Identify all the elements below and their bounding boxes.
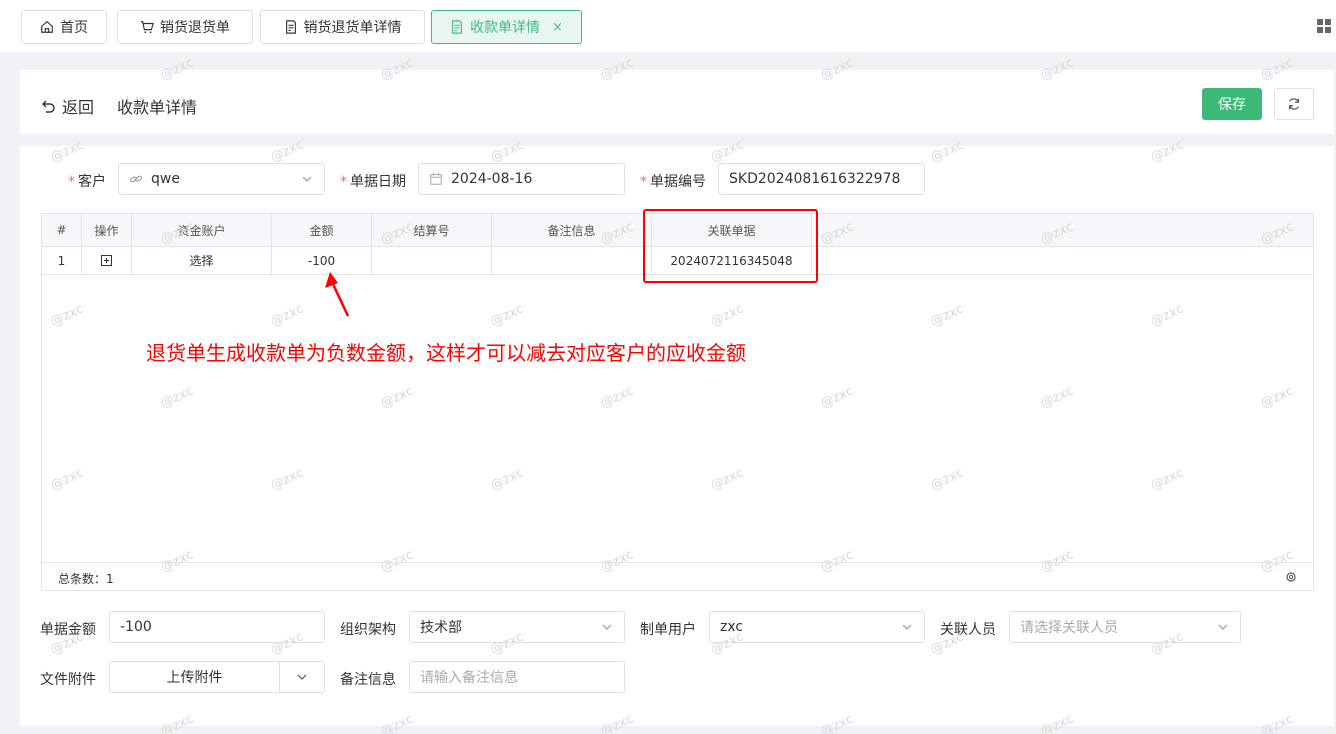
upload-group: 上传附件 [109,661,325,693]
related-person-select[interactable]: 请选择关联人员 [1009,611,1241,643]
gear-icon[interactable] [1285,571,1297,583]
creator-value: zxc [720,619,744,635]
undo-icon [42,100,55,113]
tab-home[interactable]: 首页 [21,10,107,44]
upload-button[interactable]: 上传附件 [110,662,280,692]
chevron-down-icon [302,176,312,182]
remark-input[interactable]: 请输入备注信息 [409,661,625,693]
tab-label: 收款单详情 [470,20,541,36]
tab-label: 首页 [60,20,88,36]
back-button[interactable]: 返回 [40,94,94,118]
row-index: 1 [42,247,82,274]
refresh-icon [1289,98,1299,110]
tab-bar: 首页 销货退货单 销货退货单详情 收款单详情 × [0,0,1336,52]
date-value: 2024-08-16 [451,171,533,187]
tab-label: 销货退货单 [160,20,230,36]
customer-value: qwe [151,171,180,187]
highlight-box [643,209,818,283]
upload-dropdown-button[interactable] [280,672,324,682]
related-person-label: 关联人员 [940,622,996,638]
org-value: 技术部 [420,620,462,636]
chevron-down-icon [297,674,307,680]
column-header: # [42,214,82,246]
add-row-button[interactable] [82,247,132,274]
column-header: 金额 [272,214,372,246]
number-label: * 单据编号 [640,174,706,190]
number-input[interactable]: SKD2024081616322978 [718,163,925,195]
amount-cell[interactable]: -100 [272,247,372,274]
customer-label: * 客户 [68,174,106,190]
date-label: * 单据日期 [340,174,406,190]
chevron-down-icon [602,624,612,630]
document-icon [452,20,462,34]
customer-select[interactable]: qwe [118,163,325,195]
form-card: * 客户 qwe * 单据日期 2024-08-16 * 单据编号 SKD202408… [20,146,1334,726]
home-icon [41,21,53,33]
page-title: 收款单详情 [117,98,198,117]
column-header: 操作 [82,214,132,246]
tab-sales-return[interactable]: 销货退货单 [117,10,253,44]
amount-value: -100 [120,619,152,635]
column-header: 资金账户 [132,214,272,246]
remark-placeholder: 请输入备注信息 [420,670,518,686]
column-header: 结算号 [372,214,492,246]
creator-select[interactable]: zxc [709,611,925,643]
link-icon [129,175,143,183]
column-header: 备注信息 [492,214,652,246]
amount-field[interactable]: -100 [109,611,325,643]
table-footer: 总条数：1 [42,562,1313,590]
total-count: 总条数：1 [58,572,114,586]
amount-label: 单据金额 [40,622,96,638]
document-icon [285,20,296,34]
remark-label: 备注信息 [340,672,396,688]
annotation-arrow-icon [325,272,350,317]
calendar-icon [430,172,442,185]
number-value: SKD2024081616322978 [729,171,901,187]
chevron-down-icon [902,624,912,630]
note-cell[interactable] [492,247,652,274]
account-cell[interactable]: 选择 [132,247,272,274]
back-label: 返回 [62,98,95,117]
date-input[interactable]: 2024-08-16 [418,163,625,195]
chevron-down-icon [1218,624,1228,630]
settle-no-cell[interactable] [372,247,492,274]
page-header: 返回 收款单详情 保存 [20,70,1334,134]
creator-label: 制单用户 [640,622,696,638]
close-icon[interactable]: × [552,20,563,35]
attachment-label: 文件附件 [40,672,96,688]
tab-label: 销货退货单详情 [303,20,402,36]
save-button[interactable]: 保存 [1202,88,1262,120]
tab-receipt-detail[interactable]: 收款单详情 × [431,10,582,44]
refresh-button[interactable] [1274,88,1314,120]
tab-sales-return-detail[interactable]: 销货退货单详情 [260,10,425,44]
annotation-text: 退货单生成收款单为负数金额，这样才可以减去对应客户的应收金额 [146,341,746,365]
cart-icon [140,21,154,34]
related-person-placeholder: 请选择关联人员 [1020,620,1118,636]
grid-icon[interactable] [1316,18,1332,34]
plus-square-icon [101,255,112,266]
org-select[interactable]: 技术部 [409,611,625,643]
org-label: 组织架构 [340,622,396,638]
